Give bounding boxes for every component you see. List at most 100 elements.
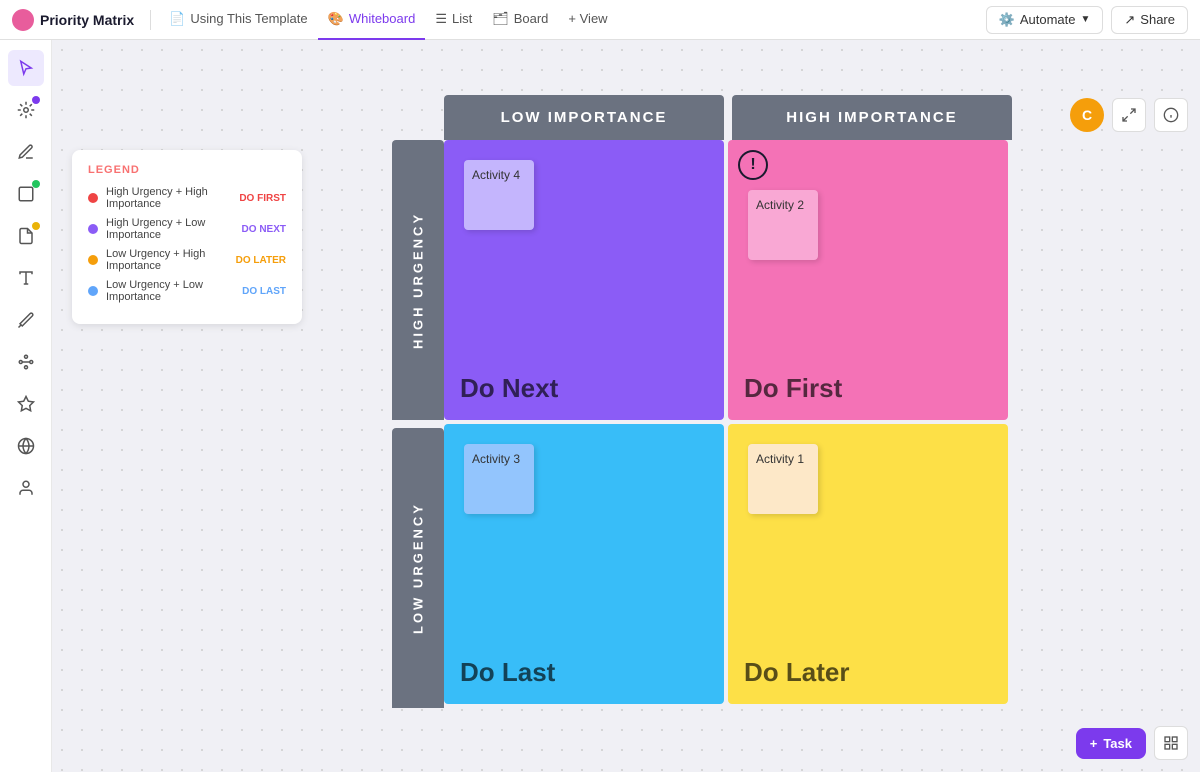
ai-dot (32, 96, 40, 104)
tab-board-label: Board (514, 11, 549, 26)
legend-label-last: Low Urgency + Low Importance (106, 279, 234, 303)
task-label: Task (1103, 736, 1132, 751)
tab-using-template[interactable]: 📄 Using This Template (159, 0, 318, 40)
sidebar-pen-tool[interactable] (8, 134, 44, 170)
legend-badge-last: DO LAST (242, 286, 286, 297)
legend-dot-later (88, 255, 98, 265)
legend-item-later: Low Urgency + High Importance DO LATER (88, 248, 286, 272)
quadrant-do-last[interactable]: Activity 3 Do Last (444, 424, 724, 704)
whiteboard-icon: 🎨 (328, 11, 344, 27)
legend-dot-last (88, 286, 98, 296)
sticky-activity2[interactable]: Activity 2 (748, 190, 818, 260)
automate-button[interactable]: ⚙️ Automate ▼ (986, 6, 1104, 34)
tab-add-view-label: + View (568, 11, 607, 26)
shape-dot (32, 180, 40, 188)
legend-badge-next: DO NEXT (242, 224, 286, 235)
share-button[interactable]: ↗ Share (1111, 6, 1188, 34)
board-icon: 🗂 (492, 11, 509, 27)
do-first-label: Do First (744, 373, 992, 404)
do-later-label: Do Later (744, 657, 992, 688)
legend-item-first: High Urgency + High Importance DO FIRST (88, 186, 286, 210)
automate-label: Automate (1020, 12, 1076, 27)
sidebar-note-tool[interactable] (8, 218, 44, 254)
alert-icon: ! (738, 150, 768, 180)
add-task-button[interactable]: + Task (1076, 728, 1146, 759)
row-labels: HIGH URGENCY LOW URGENCY (392, 140, 444, 708)
nav-logo: Priority Matrix (12, 9, 134, 31)
tab-list-label: List (452, 11, 472, 26)
tab-board[interactable]: 🗂 Board (482, 0, 558, 40)
legend-badge-first: DO FIRST (239, 193, 286, 204)
bottom-right-controls: + Task (1076, 726, 1188, 760)
tab-using-template-label: Using This Template (190, 11, 307, 26)
column-headers: LOW IMPORTANCE HIGH IMPORTANCE (444, 95, 1032, 140)
note-dot (32, 222, 40, 230)
share-label: Share (1140, 12, 1175, 27)
row-label-high: HIGH URGENCY (392, 140, 444, 420)
app-title: Priority Matrix (40, 12, 134, 28)
nav-right: ⚙️ Automate ▼ ↗ Share (986, 6, 1188, 34)
activity3-label: Activity 3 (472, 452, 520, 466)
main-layout: C LEGEND High Urgency + High Importance … (0, 40, 1200, 772)
sticky-activity1[interactable]: Activity 1 (748, 444, 818, 514)
legend-label-next: High Urgency + Low Importance (106, 217, 234, 241)
sidebar (0, 40, 52, 772)
legend-label-later: Low Urgency + High Importance (106, 248, 228, 272)
grid-view-button[interactable] (1154, 726, 1188, 760)
sticky-activity3[interactable]: Activity 3 (464, 444, 534, 514)
legend-dot-first (88, 193, 98, 203)
activity1-label: Activity 1 (756, 452, 804, 466)
legend-badge-later: DO LATER (236, 255, 286, 266)
quadrant-do-next[interactable]: Activity 4 Do Next (444, 140, 724, 420)
sidebar-connect-tool[interactable] (8, 344, 44, 380)
automate-chevron: ▼ (1080, 14, 1090, 25)
avatar: C (1070, 98, 1104, 132)
doc-icon: 📄 (169, 11, 185, 27)
sidebar-magic-tool[interactable] (8, 386, 44, 422)
matrix-body: HIGH URGENCY LOW URGENCY Activity 4 Do N… (392, 140, 1032, 708)
priority-matrix: LOW IMPORTANCE HIGH IMPORTANCE HIGH URGE… (392, 95, 1032, 745)
tab-whiteboard-label: Whiteboard (349, 11, 415, 26)
bottom-row: Activity 3 Do Last Activity 1 Do Later (444, 424, 1008, 704)
share-icon: ↗ (1124, 12, 1135, 28)
info-button[interactable] (1154, 98, 1188, 132)
legend-label-first: High Urgency + High Importance (106, 186, 231, 210)
legend-panel: LEGEND High Urgency + High Importance DO… (72, 150, 302, 324)
tab-whiteboard[interactable]: 🎨 Whiteboard (318, 0, 426, 40)
tab-add-view[interactable]: + View (558, 0, 617, 40)
top-row: Activity 4 Do Next ! Activity 2 Do First (444, 140, 1008, 420)
legend-item-next: High Urgency + Low Importance DO NEXT (88, 217, 286, 241)
avatar-initials: C (1082, 107, 1092, 123)
quadrant-do-later[interactable]: Activity 1 Do Later (728, 424, 1008, 704)
row-label-low: LOW URGENCY (392, 428, 444, 708)
list-icon: ☰ (435, 11, 447, 27)
legend-item-last: Low Urgency + Low Importance DO LAST (88, 279, 286, 303)
sidebar-cursor-tool[interactable] (8, 50, 44, 86)
sidebar-globe-tool[interactable] (8, 428, 44, 464)
activity2-label: Activity 2 (756, 198, 804, 212)
legend-dot-next (88, 224, 98, 234)
tab-list[interactable]: ☰ List (425, 0, 482, 40)
nav-divider (150, 10, 151, 30)
quadrant-do-first[interactable]: ! Activity 2 Do First (728, 140, 1008, 420)
do-last-label: Do Last (460, 657, 708, 688)
canvas-controls: C (1070, 98, 1188, 132)
activity4-label: Activity 4 (472, 168, 520, 182)
do-next-label: Do Next (460, 373, 708, 404)
quadrant-grid: Activity 4 Do Next ! Activity 2 Do First (444, 140, 1008, 708)
plus-icon: + (1090, 736, 1098, 751)
logo-icon (12, 9, 34, 31)
canvas[interactable]: C LEGEND High Urgency + High Importance … (52, 40, 1200, 772)
sidebar-ai-tool[interactable] (8, 92, 44, 128)
sidebar-text-tool[interactable] (8, 260, 44, 296)
top-nav: Priority Matrix 📄 Using This Template 🎨 … (0, 0, 1200, 40)
col-header-high: HIGH IMPORTANCE (732, 95, 1012, 140)
sticky-activity4[interactable]: Activity 4 (464, 160, 534, 230)
legend-title: LEGEND (88, 164, 286, 176)
col-header-low: LOW IMPORTANCE (444, 95, 724, 140)
sidebar-user-tool[interactable] (8, 470, 44, 506)
sidebar-eyedropper-tool[interactable] (8, 302, 44, 338)
sidebar-shape-tool[interactable] (8, 176, 44, 212)
automate-icon: ⚙️ (999, 12, 1015, 28)
fit-view-button[interactable] (1112, 98, 1146, 132)
